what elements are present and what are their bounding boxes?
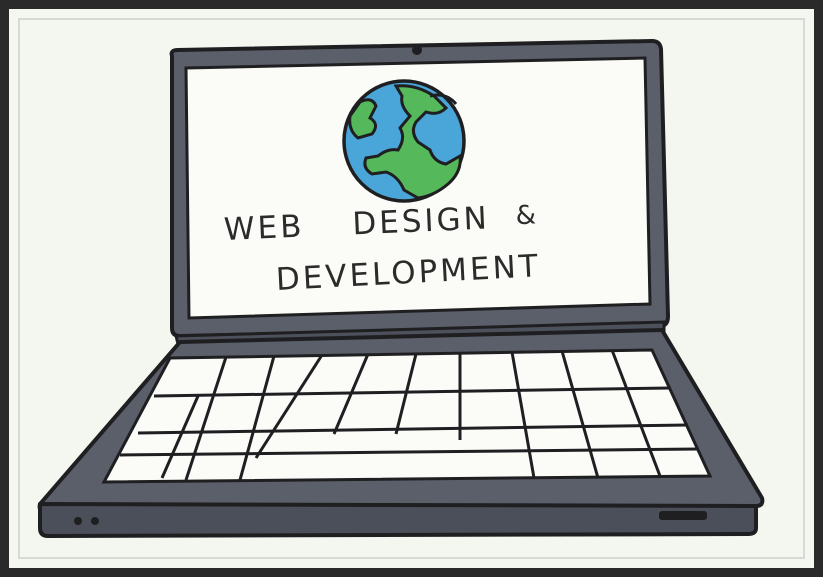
webcam-icon <box>412 45 422 55</box>
title-ampersand: & <box>515 200 540 232</box>
title-word-design: DESIGN <box>351 200 491 243</box>
title-word-web: WEB <box>223 208 306 248</box>
laptop-front-edge <box>38 502 758 538</box>
laptop-base <box>37 328 765 538</box>
globe-icon <box>342 79 466 203</box>
port-icon <box>659 511 707 520</box>
